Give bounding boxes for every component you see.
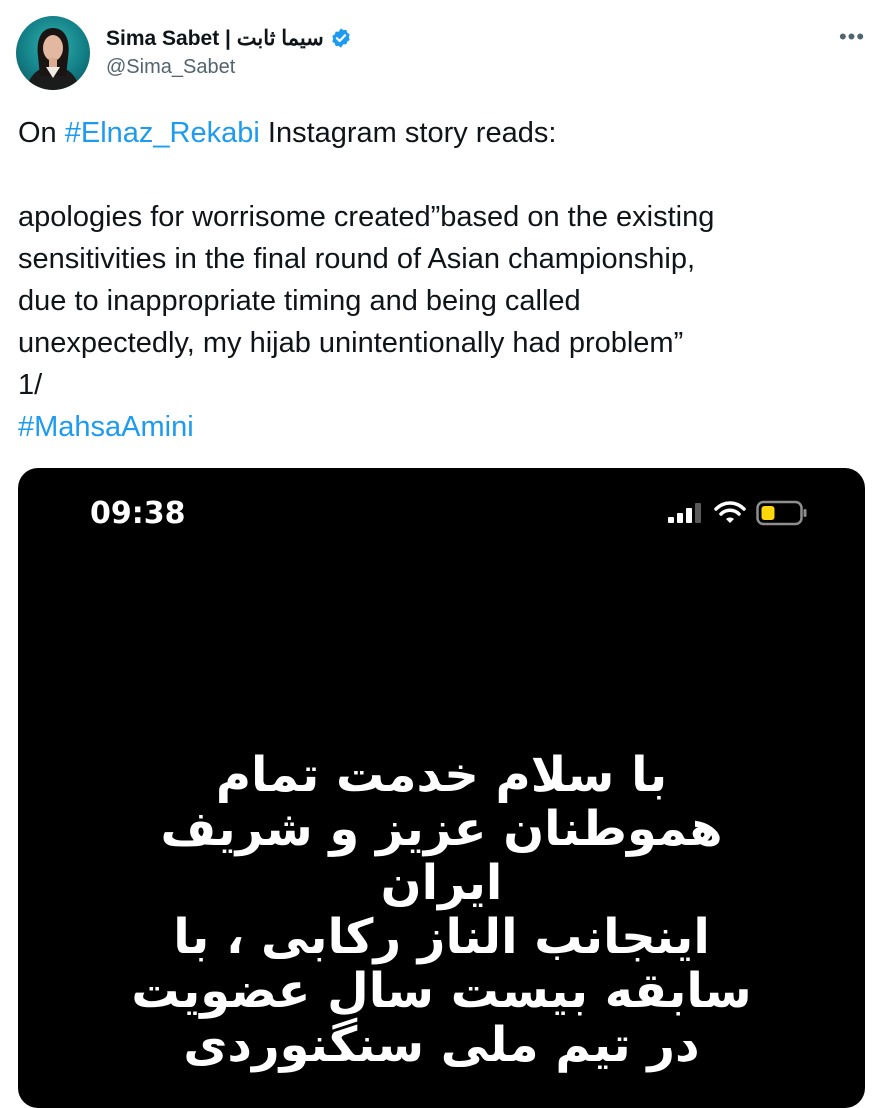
story-text: با سلام خدمت تمام هموطنان عزیز و شریف ایرا… [18,748,865,1072]
media-image[interactable]: 09:38 با سلام خدمت تمام هموطنان عزیز و شر… [18,468,865,1108]
story-line: سابقه بیست سال عضویت [131,963,752,1019]
status-bar-time: 09:38 [90,496,186,531]
tweet-line: apologies for worrisome created”based on… [18,196,878,238]
tweet-line: due to inappropriate timing and being ca… [18,280,878,322]
author-display-name[interactable]: Sima Sabet | سیما ثابت [106,26,324,51]
tweet-text-segment: On [18,117,65,149]
tweet-text-segment: Instagram story reads: [259,117,557,149]
tweet-text-segment: unexpectedly, my hijab unintentionally h… [18,327,684,359]
story-line: ایران [380,855,503,911]
story-line: در تیم ملی سنگنوردی [183,1017,700,1073]
tweet-line: #MahsaAmini [18,406,878,448]
tweet-text: On #Elnaz_Rekabi Instagram story reads: a… [18,112,878,448]
story-line: با سلام خدمت تمام [215,747,668,803]
verified-badge-icon [330,27,352,49]
tweet-text-segment: sensitivities in the final round of Asia… [18,243,696,275]
hashtag-link[interactable]: #Elnaz_Rekabi [65,117,260,149]
author-handle[interactable]: @Sima_Sabet [106,56,235,79]
status-bar-icons [666,500,808,526]
avatar[interactable] [16,16,90,90]
tweet-line: On #Elnaz_Rekabi Instagram story reads: [18,112,878,154]
tweet-line: 1/ [18,364,878,406]
wifi-icon [714,501,746,523]
tweet-line: unexpectedly, my hijab unintentionally h… [18,322,878,364]
tweet-text-segment: 1/ [18,369,43,401]
author-name-row: Sima Sabet | سیما ثابت [106,24,352,52]
tweet-text-segment: due to inappropriate timing and being ca… [18,285,581,317]
signal-icon [668,503,701,523]
story-line: هموطنان عزیز و شریف [160,801,723,857]
hashtag-link[interactable]: #MahsaAmini [18,411,194,443]
tweet-text-segment: apologies for worrisome created”based on… [18,201,715,233]
tweet-card: Sima Sabet | سیما ثابت @Sima_Sabet ••• O… [0,0,896,1108]
tweet-line: sensitivities in the final round of Asia… [18,238,878,280]
more-options-icon[interactable]: ••• [832,22,872,52]
battery-icon [756,500,807,526]
story-line: اینجانب الناز رکابی ، با [173,909,710,965]
